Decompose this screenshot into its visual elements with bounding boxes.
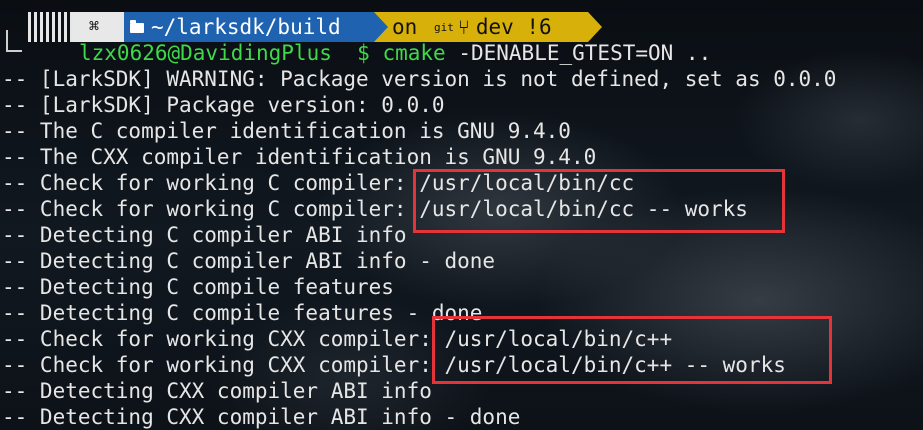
git-on-text: on <box>392 15 418 39</box>
directory-segment: ~/larksdk/build <box>124 12 374 42</box>
prompt-bar: ⌘ ~/larksdk/build on git ⑂ dev !6 <box>0 12 602 42</box>
directory-segment-arrow <box>374 12 388 42</box>
output-line: -- The C compiler identification is GNU … <box>2 119 571 143</box>
prompt-corner-bracket <box>6 30 22 52</box>
os-icon: ⌘ <box>88 17 100 37</box>
git-segment-arrow <box>588 12 602 42</box>
prompt-dollar: $ <box>357 41 370 65</box>
output-line: -- The CXX compiler identification is GN… <box>2 145 597 169</box>
git-icon: git <box>433 21 454 34</box>
output-line: -- Detecting C compile features <box>2 275 394 299</box>
branch-icon: ⑂ <box>457 15 470 39</box>
output-line: -- [LarkSDK] WARNING: Package version is… <box>2 67 837 91</box>
output-line: -- [LarkSDK] Package version: 0.0.0 <box>2 93 445 117</box>
user-host: lzx0626@DavidingPlus <box>79 41 332 65</box>
folder-icon <box>130 20 144 33</box>
command-program: cmake <box>382 41 446 65</box>
output-line: -- Detecting C compiler ABI info - done <box>2 249 496 273</box>
command-args: -DENABLE_GTEST=ON .. <box>445 41 712 65</box>
terminal-window[interactable]: ⌘ ~/larksdk/build on git ⑂ dev !6 lzx0626@… <box>0 0 923 430</box>
prompt-hatch-decoration <box>28 12 72 42</box>
current-directory: ~/larksdk/build <box>151 15 341 39</box>
git-segment: on git ⑂ dev !6 <box>374 12 588 42</box>
os-segment-arrow <box>110 12 124 42</box>
command-line[interactable]: lzx0626@DavidingPlus $ cmake -DENABLE_GT… <box>79 40 711 66</box>
git-branch-status: dev !6 <box>475 15 552 39</box>
output-line: -- Detecting CXX compiler ABI info - don… <box>2 405 521 429</box>
cxx-compiler-highlight-box <box>432 316 832 384</box>
c-compiler-highlight-box <box>413 169 785 233</box>
